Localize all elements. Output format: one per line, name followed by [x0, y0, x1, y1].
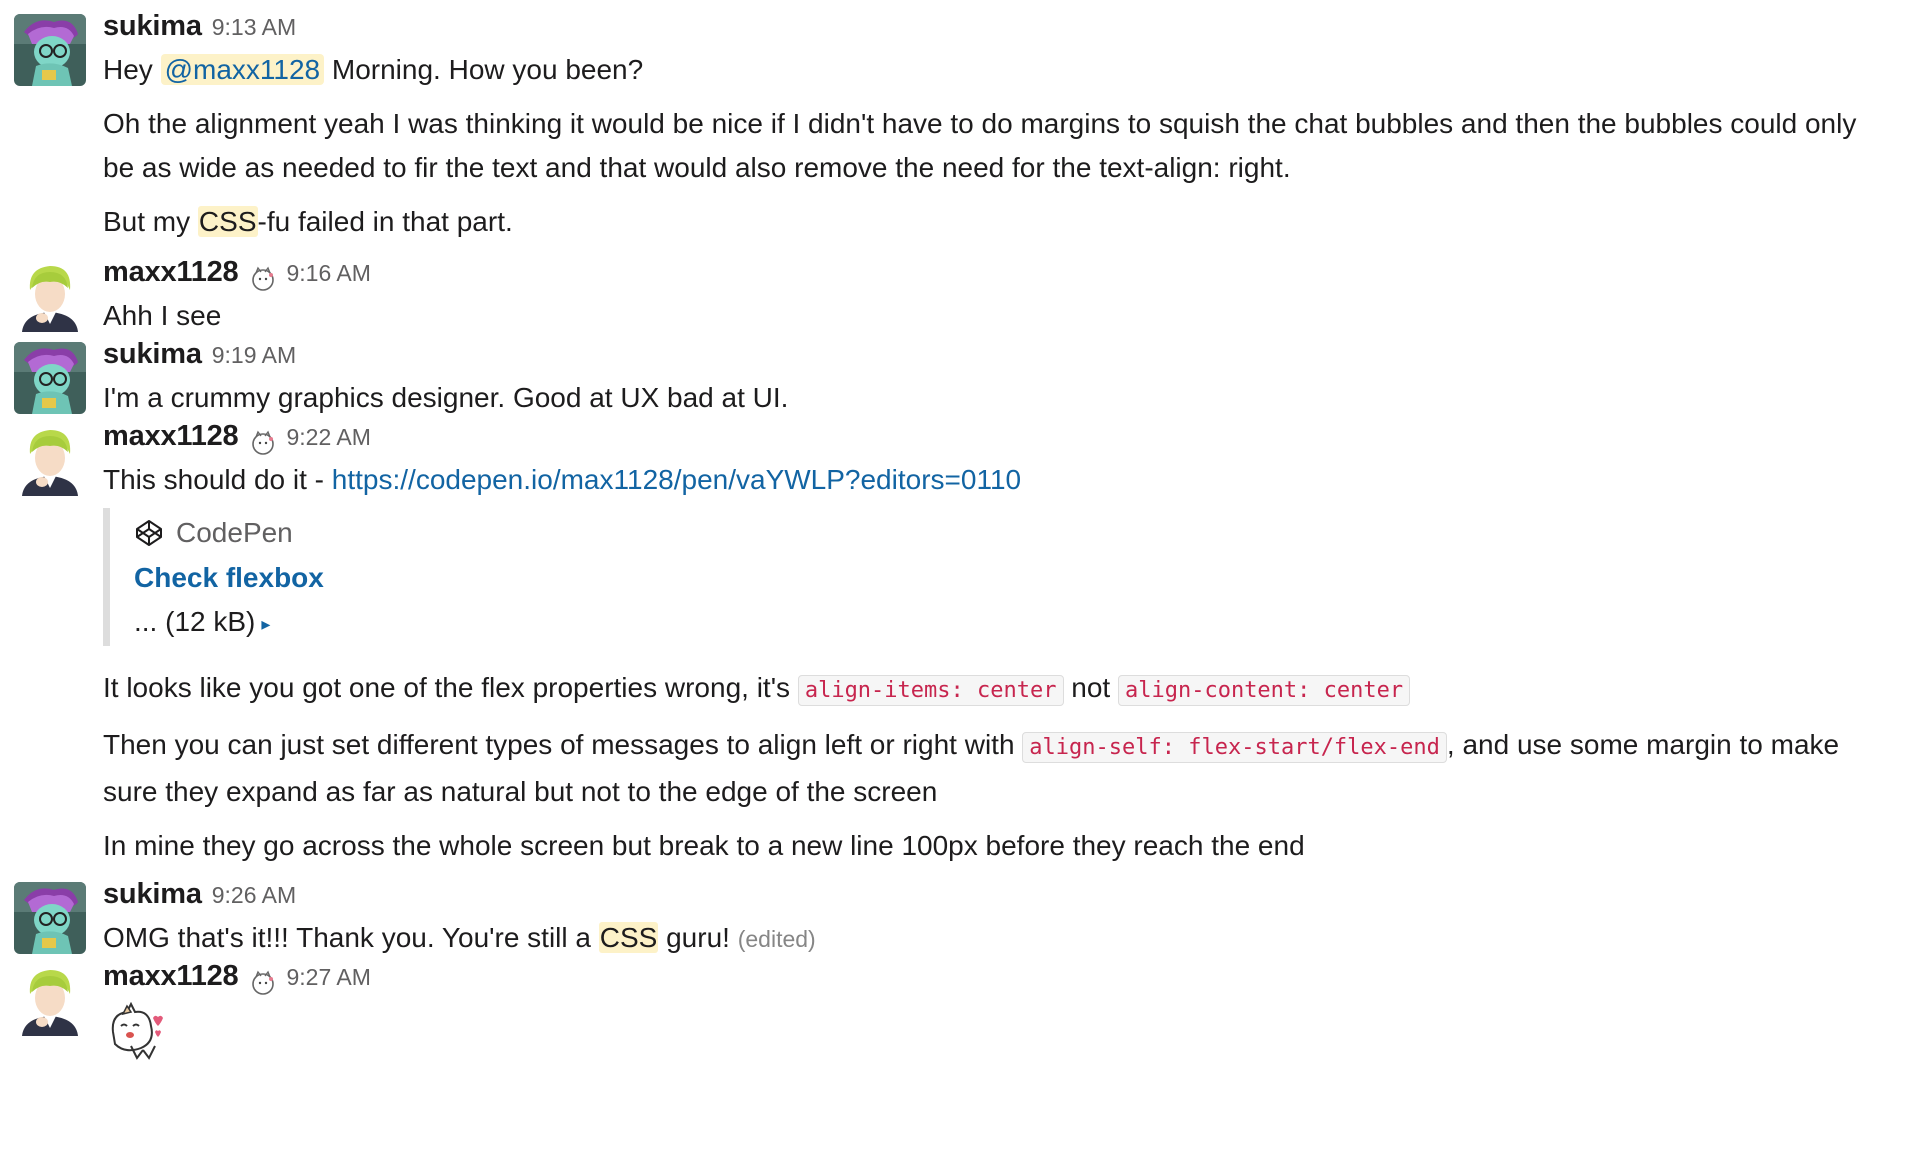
avatar-sukima[interactable] — [14, 14, 86, 86]
message-text: Then you can just set different types of… — [103, 723, 1892, 814]
avatar-maxx1128[interactable] — [14, 424, 86, 496]
message-text: This should do it - https://codepen.io/m… — [103, 458, 1892, 502]
profile-emoji-icon — [249, 969, 277, 997]
profile-emoji-icon — [249, 265, 277, 293]
avatar-sukima[interactable] — [14, 882, 86, 954]
link-preview: CodePen Check flexbox ... (12 kB) ▸ — [103, 508, 1892, 646]
text-segment: But my — [103, 206, 198, 237]
text-segment: guru! — [658, 922, 738, 953]
user-mention[interactable]: @maxx1128 — [160, 54, 325, 85]
message-group-maxx1128: maxx1128 9:16 AM Ahh I see — [0, 252, 1912, 334]
timestamp[interactable]: 9:27 AM — [287, 964, 371, 991]
inline-code: align-items: center — [797, 675, 1064, 706]
message-feed: sukima 9:13 AM Hey @maxx1128 Morning. Ho… — [0, 0, 1912, 1076]
message-group-sukima: sukima 9:26 AM OMG that's it!!! Thank yo… — [0, 874, 1912, 956]
message-text: But my CSS-fu failed in that part. — [103, 200, 1892, 244]
profile-emoji-icon — [249, 429, 277, 457]
text-segment: Morning. How you been? — [324, 54, 644, 85]
preview-size: ... (12 kB) — [134, 606, 256, 637]
message-text: In mine they go across the whole screen … — [103, 830, 1305, 861]
preview-meta: ... (12 kB) ▸ — [134, 600, 1892, 644]
username[interactable]: sukima — [103, 10, 202, 43]
username[interactable]: maxx1128 — [103, 256, 239, 289]
text-segment: Then you can just set different types of… — [103, 729, 1023, 760]
preview-title[interactable]: Check flexbox — [134, 556, 1892, 600]
timestamp[interactable]: 9:26 AM — [212, 882, 296, 909]
inline-code: align-content: center — [1117, 675, 1411, 706]
message-group-maxx1128: maxx1128 9:27 AM — [0, 956, 1912, 1076]
message-group-maxx1128: maxx1128 9:22 AM This should do it - htt… — [0, 416, 1912, 874]
message-group-sukima: sukima 9:19 AM I'm a crummy graphics des… — [0, 334, 1912, 416]
message-text: OMG that's it!!! Thank you. You're still… — [103, 916, 1892, 961]
timestamp[interactable]: 9:19 AM — [212, 342, 296, 369]
timestamp[interactable]: 9:22 AM — [287, 424, 371, 451]
timestamp[interactable]: 9:16 AM — [287, 260, 371, 287]
text-segment: -fu failed in that part. — [257, 206, 513, 237]
message-text: I'm a crummy graphics designer. Good at … — [103, 382, 789, 413]
timestamp[interactable]: 9:13 AM — [212, 14, 296, 41]
text-segment: Hey — [103, 54, 161, 85]
preview-source: CodePen — [134, 510, 1892, 556]
username[interactable]: maxx1128 — [103, 420, 239, 453]
edited-label: (edited) — [737, 926, 816, 952]
username[interactable]: sukima — [103, 338, 202, 371]
avatar-maxx1128[interactable] — [14, 964, 86, 1036]
username[interactable]: sukima — [103, 878, 202, 911]
message-text: It looks like you got one of the flex pr… — [103, 666, 1892, 713]
inline-code: align-self: flex-start/flex-end — [1022, 732, 1447, 763]
text-segment: This should do it - — [103, 464, 332, 495]
text-segment: not — [1063, 672, 1118, 703]
message-group-sukima: sukima 9:13 AM Hey @maxx1128 Morning. Ho… — [0, 6, 1912, 252]
message-text: Oh the alignment yeah I was thinking it … — [103, 108, 1857, 183]
message-text: Hey @maxx1128 Morning. How you been? — [103, 48, 1892, 92]
highlight-keyword: CSS — [598, 922, 659, 953]
codepen-icon — [136, 520, 162, 546]
avatar-sukima[interactable] — [14, 342, 86, 414]
cat-sticker-icon — [103, 998, 1892, 1069]
text-segment: OMG that's it!!! Thank you. You're still… — [103, 922, 599, 953]
preview-source-name: CodePen — [176, 517, 293, 548]
message-text: Ahh I see — [103, 300, 222, 331]
avatar-maxx1128[interactable] — [14, 260, 86, 332]
highlight-keyword: CSS — [197, 206, 258, 237]
text-segment: It looks like you got one of the flex pr… — [103, 672, 798, 703]
codepen-link[interactable]: https://codepen.io/max1128/pen/vaYWLP?ed… — [332, 464, 1021, 495]
expand-caret-icon[interactable]: ▸ — [261, 614, 270, 634]
username[interactable]: maxx1128 — [103, 960, 239, 993]
